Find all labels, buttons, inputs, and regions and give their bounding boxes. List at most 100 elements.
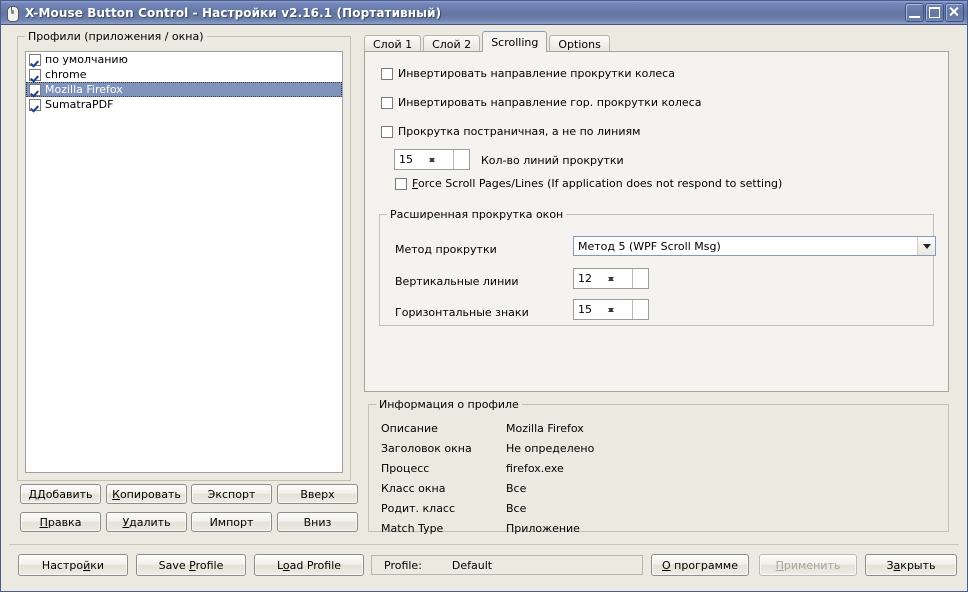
force-scroll-checkbox[interactable]: Force Scroll Pages/Lines (If application…: [395, 177, 782, 190]
info-value-window-title: Не определено: [506, 442, 595, 455]
move-up-label: Вверх: [300, 487, 335, 501]
vertical-lines-arrows[interactable]: [608, 269, 648, 288]
window-controls: [905, 3, 964, 22]
save-profile-button[interactable]: Save Profile: [136, 554, 246, 576]
scroll-lines-stepper[interactable]: 15: [394, 149, 470, 170]
delete-profile-text: Удалить: [122, 515, 171, 529]
profile-info-title: Информация о профиле: [376, 398, 522, 411]
info-key-window-class: Класс окна: [381, 482, 446, 495]
scroll-pages-label: Прокрутка постраничная, а не по линиям: [398, 125, 641, 138]
force-scroll-text: Force Scroll Pages/Lines (If application…: [412, 177, 783, 190]
maximize-button[interactable]: [925, 3, 944, 22]
vertical-lines-stepper[interactable]: 12: [573, 268, 649, 289]
edit-profile-button[interactable]: Правка: [20, 512, 101, 532]
copy-profile-text: Копировать: [112, 487, 181, 501]
list-item[interactable]: Mozilla Firefox: [26, 82, 342, 97]
import-profile-label: Импорт: [209, 515, 254, 529]
profile-status-field: Profile: Default: [371, 555, 643, 575]
scroll-lines-label: Кол-во линий прокрутки: [481, 154, 624, 167]
vertical-lines-label: Вертикальные линии: [395, 275, 519, 288]
export-profile-button[interactable]: Экспорт: [191, 484, 272, 504]
invert-h-wheel-box[interactable]: [381, 96, 393, 109]
list-item-label: Mozilla Firefox: [45, 83, 123, 96]
scroll-method-label: Метод прокрутки: [395, 243, 497, 256]
scroll-pages-checkbox[interactable]: Прокрутка постраничная, а не по линиям: [381, 125, 640, 138]
info-key-process: Процесс: [381, 462, 430, 475]
add-profile-button[interactable]: ДДобавить Добавить: [20, 484, 101, 504]
profile-checkbox[interactable]: [29, 98, 41, 111]
profile-status-key: Profile:: [384, 558, 422, 572]
profiles-listbox[interactable]: по умолчанию chrome Mozilla Firefox Suma…: [25, 51, 343, 473]
profiles-group-title: Профили (приложения / окна): [25, 30, 207, 43]
title-bar: X-Mouse Button Control - Настройки v2.16…: [1, 1, 967, 25]
minimize-button[interactable]: [905, 3, 924, 22]
tab-scrolling[interactable]: Scrolling: [482, 31, 548, 52]
list-item[interactable]: SumatraPDF: [26, 97, 342, 112]
close-window-button[interactable]: [945, 3, 964, 22]
list-item-label: chrome: [45, 68, 87, 81]
horizontal-chars-value[interactable]: 15: [574, 300, 632, 319]
profile-checkbox[interactable]: [29, 83, 41, 96]
info-value-description: Mozilla Firefox: [506, 422, 584, 435]
xmouse-main-window: X-Mouse Button Control - Настройки v2.16…: [0, 0, 968, 592]
horizontal-chars-stepper[interactable]: 15: [573, 299, 649, 320]
horizontal-chars-arrows[interactable]: [608, 300, 648, 319]
info-key-parent-class: Родит. класс: [381, 502, 456, 515]
tab-layer-1-label: Слой 1: [373, 38, 413, 51]
scroll-method-value: Метод 5 (WPF Scroll Msg): [578, 239, 721, 253]
horizontal-chars-label: Горизонтальные знаки: [395, 306, 529, 319]
export-profile-label: Экспорт: [207, 487, 256, 501]
force-scroll-box[interactable]: [395, 177, 407, 190]
list-item[interactable]: chrome: [26, 67, 342, 82]
move-down-button[interactable]: Вниз: [277, 512, 358, 532]
about-button[interactable]: О программе: [651, 554, 749, 576]
info-key-match-type: Match Type: [381, 522, 444, 535]
edit-profile-text: Правка: [39, 515, 82, 529]
scroll-method-select[interactable]: Метод 5 (WPF Scroll Msg): [573, 236, 936, 256]
apply-text: Применить: [775, 558, 841, 572]
close-button[interactable]: Закрыть: [865, 554, 957, 576]
list-item[interactable]: по умолчанию: [26, 52, 342, 67]
close-text: Закрыть: [886, 558, 936, 572]
copy-profile-button[interactable]: Копировать: [106, 484, 187, 504]
invert-wheel-checkbox[interactable]: Инвертировать направление прокрутки коле…: [381, 67, 675, 80]
info-key-window-title: Заголовок окна: [381, 442, 472, 455]
invert-h-wheel-checkbox[interactable]: Инвертировать направление гор. прокрутки…: [381, 96, 701, 109]
invert-h-wheel-label: Инвертировать направление гор. прокрутки…: [398, 96, 702, 109]
invert-wheel-box[interactable]: [381, 67, 393, 80]
info-value-match-type: Приложение: [506, 522, 580, 535]
profile-checkbox[interactable]: [29, 53, 41, 66]
profile-status-value: Default: [451, 558, 493, 572]
add-profile-text: Добавить: [37, 487, 93, 501]
window-title: X-Mouse Button Control - Настройки v2.16…: [25, 5, 442, 20]
chevron-down-icon[interactable]: [917, 237, 935, 255]
tab-scrolling-label: Scrolling: [491, 35, 539, 49]
tab-strip: Слой 1 Слой 2 Scrolling Options: [364, 31, 612, 53]
import-profile-button[interactable]: Импорт: [191, 512, 272, 532]
settings-button[interactable]: Настройки: [18, 554, 128, 576]
scrolling-tab-panel: Инвертировать направление прокрутки коле…: [364, 51, 949, 392]
profile-checkbox[interactable]: [29, 68, 41, 81]
move-down-label: Вниз: [303, 515, 332, 529]
footer-divider: [9, 544, 959, 545]
scroll-pages-box[interactable]: [381, 125, 393, 138]
info-key-description: Описание: [381, 422, 438, 435]
load-profile-button[interactable]: Load Profile: [254, 554, 364, 576]
tab-layer-2-label: Слой 2: [432, 38, 472, 51]
move-up-button[interactable]: Вверх: [277, 484, 358, 504]
about-text: О программе: [662, 558, 738, 572]
info-value-parent-class: Все: [506, 502, 527, 515]
vertical-lines-value[interactable]: 12: [574, 269, 632, 288]
scroll-lines-arrows[interactable]: [429, 150, 469, 169]
profile-info-groupbox: Информация о профиле: [368, 398, 949, 532]
save-profile-button-text: Save Profile: [158, 558, 224, 572]
advanced-scrolling-title: Расширенная прокрутка окон: [387, 208, 567, 221]
info-value-window-class: Все: [506, 482, 527, 495]
load-profile-button-text: Load Profile: [276, 558, 342, 572]
delete-profile-button[interactable]: Удалить: [106, 512, 187, 532]
info-value-process: firefox.exe: [506, 462, 564, 475]
apply-button[interactable]: Применить: [759, 554, 857, 576]
scroll-lines-value[interactable]: 15: [395, 150, 453, 169]
list-item-label: SumatraPDF: [45, 98, 114, 111]
list-item-label: по умолчанию: [45, 53, 128, 66]
